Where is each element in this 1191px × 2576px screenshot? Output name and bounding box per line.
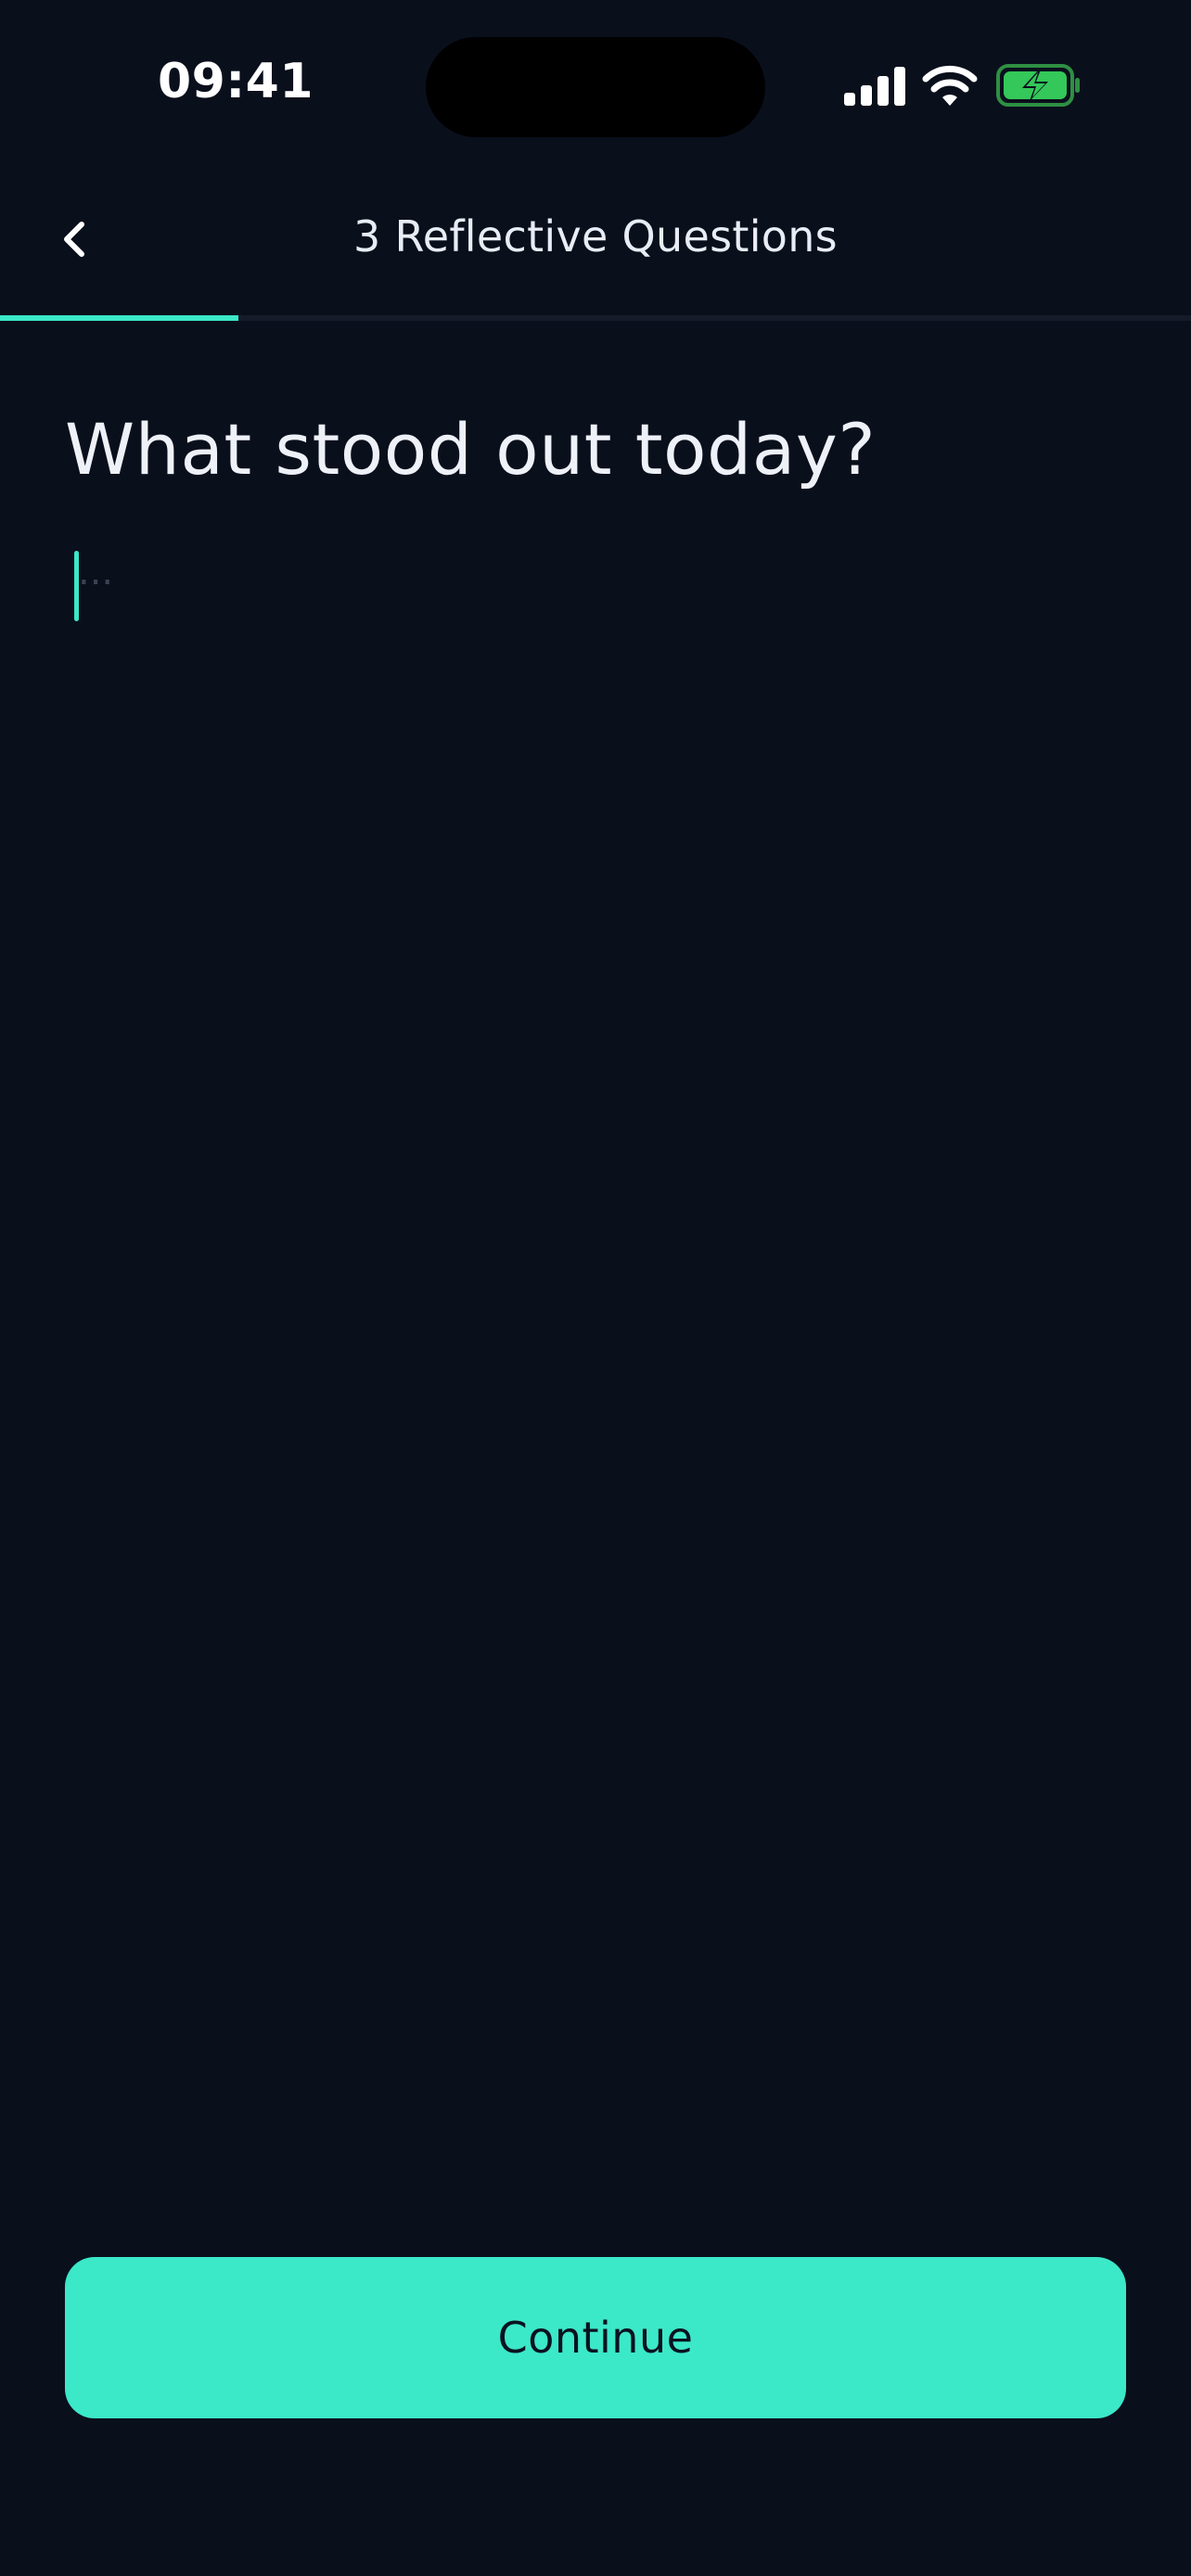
- status-bar: 09:41: [0, 0, 1191, 176]
- progress-fill: [0, 315, 238, 321]
- continue-button[interactable]: Continue: [65, 2257, 1126, 2418]
- signal-icon: [844, 67, 905, 106]
- reflective-questions-screen: 09:41 3 Reflective Questions What stood …: [0, 0, 1191, 2576]
- question-title: What stood out today?: [65, 408, 877, 491]
- nav-title: 3 Reflective Questions: [353, 211, 838, 261]
- battery-charging-icon: [996, 64, 1080, 107]
- status-time: 09:41: [158, 54, 314, 109]
- progress-track: [0, 315, 1191, 321]
- wifi-icon: [922, 65, 978, 106]
- nav-bar: 3 Reflective Questions: [0, 176, 1191, 315]
- answer-input[interactable]: [78, 551, 1117, 2034]
- dynamic-island: [426, 37, 765, 137]
- answer-area: [65, 547, 1126, 2123]
